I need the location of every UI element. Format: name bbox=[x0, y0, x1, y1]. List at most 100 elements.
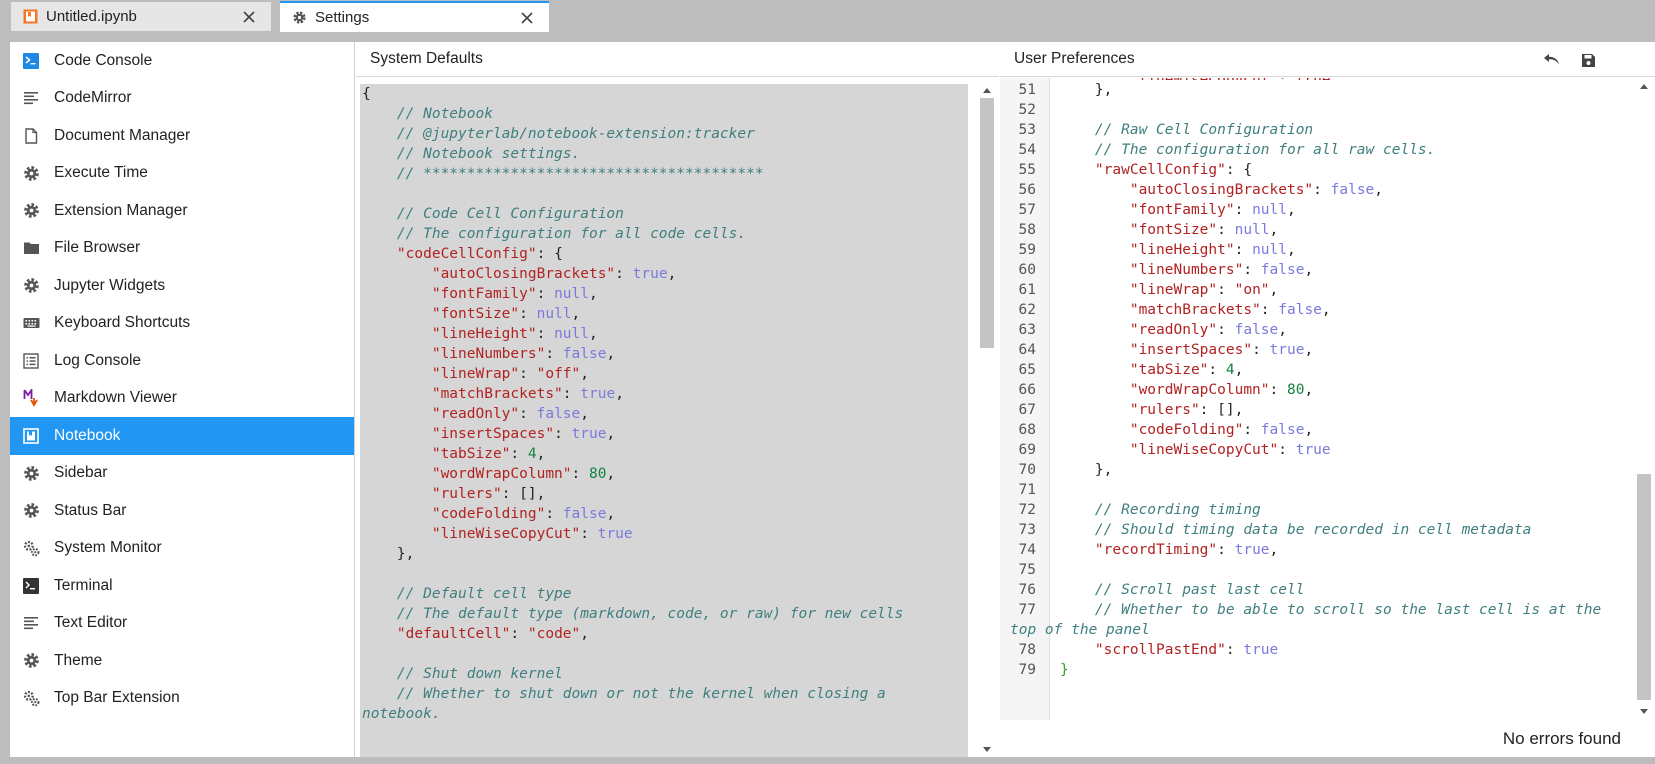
line-number: 57 bbox=[1018, 202, 1036, 218]
code-token: false bbox=[1260, 422, 1305, 438]
tab-bar: Untitled.ipynb Settings bbox=[0, 0, 1655, 32]
code-line: 57 "fontFamily": null, bbox=[1000, 200, 1628, 220]
scrollbar-thumb[interactable] bbox=[980, 98, 994, 348]
code-token: , bbox=[589, 326, 598, 342]
code-token: : bbox=[1269, 382, 1287, 398]
sidebar-item-file-browser[interactable]: File Browser bbox=[10, 230, 354, 268]
sidebar-item-text-editor[interactable]: Text Editor bbox=[10, 605, 354, 643]
sidebar-item-extension-manager[interactable]: Extension Manager bbox=[10, 192, 354, 230]
code-token: // Should timing data be recorded in cel… bbox=[1060, 522, 1532, 538]
sidebar-item-label: Text Editor bbox=[54, 614, 128, 632]
sidebar-item-label: Status Bar bbox=[54, 501, 127, 519]
system-defaults-code[interactable]: { // Notebook // @jupyterlab/notebook-ex… bbox=[360, 84, 968, 757]
tab-untitled-notebook[interactable]: Untitled.ipynb bbox=[10, 1, 272, 32]
save-icon[interactable] bbox=[1578, 50, 1598, 70]
sidebar-item-notebook[interactable]: Notebook bbox=[10, 417, 354, 455]
sidebar-item-label: Markdown Viewer bbox=[54, 389, 177, 407]
sidebar-item-execute-time[interactable]: Execute Time bbox=[10, 155, 354, 193]
sidebar-item-document-manager[interactable]: Document Manager bbox=[10, 117, 354, 155]
sidebar-item-theme[interactable]: Theme bbox=[10, 642, 354, 680]
code-line: 70 }, bbox=[1000, 460, 1628, 480]
code-token: }, bbox=[1060, 82, 1113, 98]
code-line: 52 bbox=[1000, 100, 1628, 120]
code-token: , bbox=[1304, 382, 1314, 398]
line-number: 66 bbox=[1018, 382, 1036, 398]
line-text: // Whether to be able to scroll so the l… bbox=[1060, 600, 1601, 620]
code-token: "wordWrapColumn" bbox=[1060, 382, 1270, 398]
code-line: "fontFamily": null, bbox=[360, 284, 968, 304]
sidebar-item-label: Code Console bbox=[54, 51, 153, 69]
sidebar-item-sidebar[interactable]: Sidebar bbox=[10, 455, 354, 493]
notebook-icon bbox=[23, 9, 38, 24]
code-line: // The configuration for all code cells. bbox=[360, 224, 968, 244]
close-icon[interactable] bbox=[239, 7, 259, 27]
gears-icon bbox=[22, 689, 40, 707]
code-token: "lineWrap" bbox=[1060, 282, 1218, 298]
code-line: 73 // Should timing data be recorded in … bbox=[1000, 520, 1628, 540]
code-token: notebook. bbox=[362, 706, 441, 722]
code-token: : bbox=[510, 626, 528, 642]
code-token: // The default type (markdown, code, or … bbox=[362, 606, 904, 622]
line-number: 58 bbox=[1018, 222, 1036, 238]
sidebar-item-system-monitor[interactable]: System Monitor bbox=[10, 530, 354, 568]
sidebar-item-code-console[interactable]: Code Console bbox=[10, 42, 354, 80]
undo-icon[interactable] bbox=[1542, 50, 1562, 70]
code-token: // *************************************… bbox=[362, 166, 764, 182]
code-token: , bbox=[667, 266, 677, 282]
sidebar-item-label: Top Bar Extension bbox=[54, 689, 180, 707]
code-line: 68 "codeFolding": false, bbox=[1000, 420, 1628, 440]
code-token: "readOnly" bbox=[362, 406, 520, 422]
code-token: , bbox=[1269, 542, 1279, 558]
notebook-icon bbox=[22, 427, 40, 445]
scrollbar-thumb[interactable] bbox=[1637, 474, 1651, 700]
code-line: 54 // The configuration for all raw cell… bbox=[1000, 140, 1628, 160]
text-lines-icon bbox=[22, 614, 40, 632]
sidebar-item-keyboard-shortcuts[interactable]: Keyboard Shortcuts bbox=[10, 305, 354, 343]
code-line: 69 "lineWiseCopyCut": true bbox=[1000, 440, 1628, 460]
code-line: "readOnly": false, bbox=[360, 404, 968, 424]
sidebar-item-markdown-viewer[interactable]: Markdown Viewer bbox=[10, 380, 354, 418]
sidebar-item-jupyter-widgets[interactable]: Jupyter Widgets bbox=[10, 267, 354, 305]
code-token: : bbox=[510, 446, 528, 462]
code-line: // Code Cell Configuration bbox=[360, 204, 968, 224]
sidebar-item-log-console[interactable]: Log Console bbox=[10, 342, 354, 380]
system-defaults-scrollbar[interactable] bbox=[978, 84, 996, 757]
line-text: "lineNumbers": false, bbox=[1060, 260, 1313, 280]
code-token: : bbox=[580, 526, 598, 542]
code-token: "defaultCell" bbox=[362, 626, 511, 642]
code-token: "insertSpaces" bbox=[1060, 342, 1253, 358]
code-line: "lineHeight": null, bbox=[360, 324, 968, 344]
code-line: 59 "lineHeight": null, bbox=[1000, 240, 1628, 260]
code-line: // Notebook settings. bbox=[360, 144, 968, 164]
code-token: : bbox=[536, 286, 555, 302]
code-line: "matchBrackets": true, bbox=[360, 384, 968, 404]
sidebar-item-label: Log Console bbox=[54, 351, 142, 369]
sidebar-item-top-bar-extension[interactable]: Top Bar Extension bbox=[10, 680, 354, 718]
sidebar-item-label: Extension Manager bbox=[54, 201, 188, 219]
sidebar-item-label: Terminal bbox=[54, 576, 113, 594]
code-token: true bbox=[1269, 342, 1305, 358]
code-token: , bbox=[1321, 302, 1331, 318]
line-number: 72 bbox=[1018, 502, 1036, 518]
code-token: "readOnly" bbox=[1060, 322, 1218, 338]
close-icon[interactable] bbox=[517, 8, 537, 28]
user-preferences-header: User Preferences bbox=[1000, 42, 1655, 77]
sidebar-item-codemirror[interactable]: CodeMirror bbox=[10, 80, 354, 118]
tab-settings[interactable]: Settings bbox=[280, 1, 549, 32]
sidebar-item-status-bar[interactable]: Status Bar bbox=[10, 492, 354, 530]
code-line: "lineNumbers": false, bbox=[360, 344, 968, 364]
code-token: false bbox=[562, 506, 607, 522]
code-token: "lineHeight" bbox=[362, 326, 537, 342]
code-line: 64 "insertSpaces": true, bbox=[1000, 340, 1628, 360]
sidebar-item-terminal[interactable]: Terminal bbox=[10, 567, 354, 605]
user-preferences-code[interactable]: "lineWiseCopyCut": true 51 }, 52 53 // Raw … bbox=[1000, 78, 1628, 720]
sidebar-item-label: Execute Time bbox=[54, 164, 148, 182]
code-token: , bbox=[1278, 322, 1287, 338]
code-token: // Whether to shut down or not the kerne… bbox=[362, 686, 886, 702]
code-line: 60 "lineNumbers": false, bbox=[1000, 260, 1628, 280]
user-preferences-scrollbar[interactable] bbox=[1635, 78, 1653, 720]
code-token: // Shut down kernel bbox=[362, 666, 563, 682]
code-token: : [], bbox=[501, 486, 546, 502]
code-token: // Recording timing bbox=[1060, 502, 1261, 518]
code-line: "defaultCell": "code", bbox=[360, 624, 968, 644]
